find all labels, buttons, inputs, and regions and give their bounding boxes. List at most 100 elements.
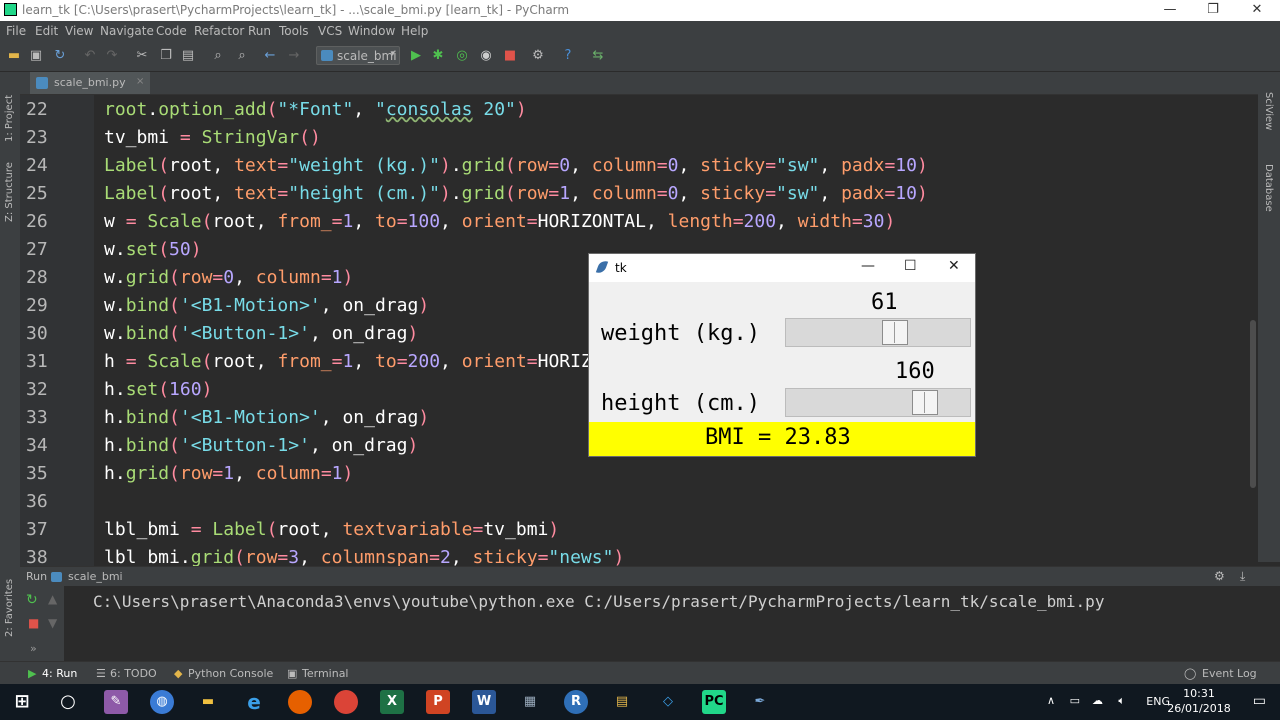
up-icon[interactable]: ▲ — [48, 592, 57, 606]
gear-icon[interactable]: ⚙ — [1214, 569, 1225, 583]
excel-icon[interactable]: X — [380, 690, 404, 714]
tk-minimize-button[interactable]: — — [861, 258, 875, 274]
edge-icon[interactable]: e — [242, 690, 266, 714]
run-console[interactable]: C:\Users\prasert\Anaconda3\envs\youtube\… — [20, 586, 1280, 661]
editor-scrollbar[interactable] — [1250, 320, 1256, 488]
tab-scale-bmi[interactable]: scale_bmi.py × — [30, 72, 150, 94]
sciview-tool-tab[interactable]: SciView — [1263, 92, 1274, 130]
open-folder-icon[interactable]: ▬ — [6, 48, 22, 64]
network-app-icon[interactable]: ▦ — [518, 690, 542, 714]
height-scale-thumb[interactable] — [912, 390, 938, 415]
redo-icon[interactable]: ↷ — [104, 48, 120, 64]
close-button[interactable]: ✕ — [1234, 0, 1280, 21]
tk-feather-taskbar-icon[interactable]: ✒ — [748, 690, 772, 714]
volume-icon[interactable]: 🔈︎ — [1118, 694, 1125, 708]
hide-panel-icon[interactable]: ⤓ — [1240, 569, 1245, 584]
sync-icon[interactable]: ↻ — [52, 48, 68, 64]
find-icon[interactable]: ⌕ — [210, 48, 226, 64]
weight-scale-value: 61 — [871, 290, 898, 315]
weight-scale[interactable] — [785, 318, 971, 347]
pycharm-taskbar-icon[interactable]: PC — [702, 690, 726, 714]
tk-close-button[interactable]: ✕ — [948, 258, 960, 274]
code-line: Label(root, text="weight (kg.)").grid(ro… — [104, 155, 928, 176]
coverage-icon[interactable]: ◎ — [454, 48, 470, 64]
event-log-icon: ◯ — [1184, 667, 1197, 680]
menu-code[interactable]: Code — [156, 24, 187, 38]
menu-view[interactable]: View — [65, 24, 93, 38]
profile-icon[interactable]: ◉ — [478, 48, 494, 64]
tab-todo[interactable]: 6: TODO — [110, 667, 157, 680]
globe-icon[interactable]: ◍ — [150, 690, 174, 714]
powerpoint-icon[interactable]: P — [426, 690, 450, 714]
height-scale[interactable] — [785, 388, 971, 417]
close-tab-icon[interactable]: × — [136, 76, 144, 87]
tk-maximize-button[interactable]: ☐ — [904, 258, 917, 274]
replace-icon[interactable]: ⌕ — [234, 48, 250, 64]
more-icon[interactable]: » — [30, 642, 37, 655]
menu-tools[interactable]: Tools — [279, 24, 309, 38]
line-number: 27 — [26, 239, 48, 260]
settings-icon[interactable]: ⚙ — [530, 48, 546, 64]
menu-window[interactable]: Window — [348, 24, 395, 38]
search-icon[interactable]: ○ — [56, 690, 80, 714]
tab-python-console[interactable]: Python Console — [188, 667, 273, 680]
menu-navigate[interactable]: Navigate — [100, 24, 154, 38]
word-icon[interactable]: W — [472, 690, 496, 714]
restore-button[interactable]: ❐ — [1190, 0, 1236, 21]
paint-icon[interactable]: ✎ — [104, 690, 128, 714]
chrome-icon[interactable] — [334, 690, 358, 714]
tk-title-bar: tk — ☐ ✕ — [589, 254, 975, 282]
database-tool-tab[interactable]: Database — [1263, 164, 1274, 212]
rerun-icon[interactable]: ↻ — [26, 592, 38, 608]
cut-icon[interactable]: ✂ — [134, 48, 150, 64]
paste-icon[interactable]: ▤ — [180, 48, 196, 64]
r-icon[interactable]: R — [564, 690, 588, 714]
save-icon[interactable]: ▣ — [28, 48, 44, 64]
menu-help[interactable]: Help — [401, 24, 428, 38]
copy-icon[interactable]: ❐ — [158, 48, 174, 64]
project-tool-tab[interactable]: 1: Project — [4, 95, 15, 142]
menu-run[interactable]: Run — [248, 24, 271, 38]
folder-app-icon[interactable]: ▤ — [610, 690, 634, 714]
clock-time[interactable]: 10:31 — [1164, 687, 1234, 700]
firefox-icon[interactable] — [288, 690, 312, 714]
debug-icon[interactable]: ✱ — [430, 48, 446, 64]
menu-edit[interactable]: Edit — [35, 24, 58, 38]
line-number: 23 — [26, 127, 48, 148]
stop-icon[interactable]: ■ — [502, 48, 518, 64]
title-bar: learn_tk [C:\Users\prasert\PycharmProjec… — [0, 0, 1280, 21]
tab-run[interactable]: 4: Run — [42, 667, 77, 680]
vscode-icon[interactable]: ◇ — [656, 690, 680, 714]
pycharm-icon — [4, 3, 17, 16]
tab-event-log[interactable]: Event Log — [1202, 667, 1257, 680]
tab-terminal[interactable]: Terminal — [302, 667, 349, 680]
menu-refactor[interactable]: Refactor — [194, 24, 244, 38]
notification-icon[interactable]: ▭ — [1253, 693, 1266, 709]
back-icon[interactable]: ← — [262, 48, 278, 64]
menu-file[interactable]: File — [6, 24, 26, 38]
code-line: h.bind('<B1-Motion>', on_drag) — [104, 407, 430, 428]
file-explorer-icon[interactable]: ▬ — [196, 690, 220, 714]
vcs-icon[interactable]: ⇆ — [590, 48, 606, 64]
down-icon[interactable]: ▼ — [48, 616, 57, 630]
favorites-tool-tab[interactable]: 2: Favorites — [4, 579, 15, 637]
run-icon[interactable]: ▶ — [408, 48, 424, 64]
menu-vcs[interactable]: VCS — [318, 24, 342, 38]
weight-scale-thumb[interactable] — [882, 320, 908, 345]
stop-icon[interactable]: ■ — [28, 616, 39, 630]
windows-start-icon[interactable]: ⊞ — [10, 690, 34, 714]
bmi-result-bar: BMI = 23.83 — [589, 422, 975, 456]
code-line: tv_bmi = StringVar() — [104, 127, 321, 148]
network-icon[interactable]: ▭ — [1070, 694, 1080, 707]
structure-tool-tab[interactable]: Z: Structure — [4, 162, 15, 222]
python-icon — [321, 50, 333, 61]
clock-date[interactable]: 26/01/2018 — [1164, 702, 1234, 715]
undo-icon[interactable]: ↶ — [82, 48, 98, 64]
line-number: 34 — [26, 435, 48, 456]
minimize-button[interactable]: — — [1147, 0, 1193, 21]
forward-icon[interactable]: → — [286, 48, 302, 64]
chevron-up-icon[interactable]: ∧ — [1047, 694, 1055, 707]
cloud-icon[interactable]: ☁ — [1092, 694, 1103, 707]
run-config-select[interactable]: scale_bmi ▾ — [316, 46, 400, 65]
help-icon[interactable]: ? — [560, 48, 576, 64]
